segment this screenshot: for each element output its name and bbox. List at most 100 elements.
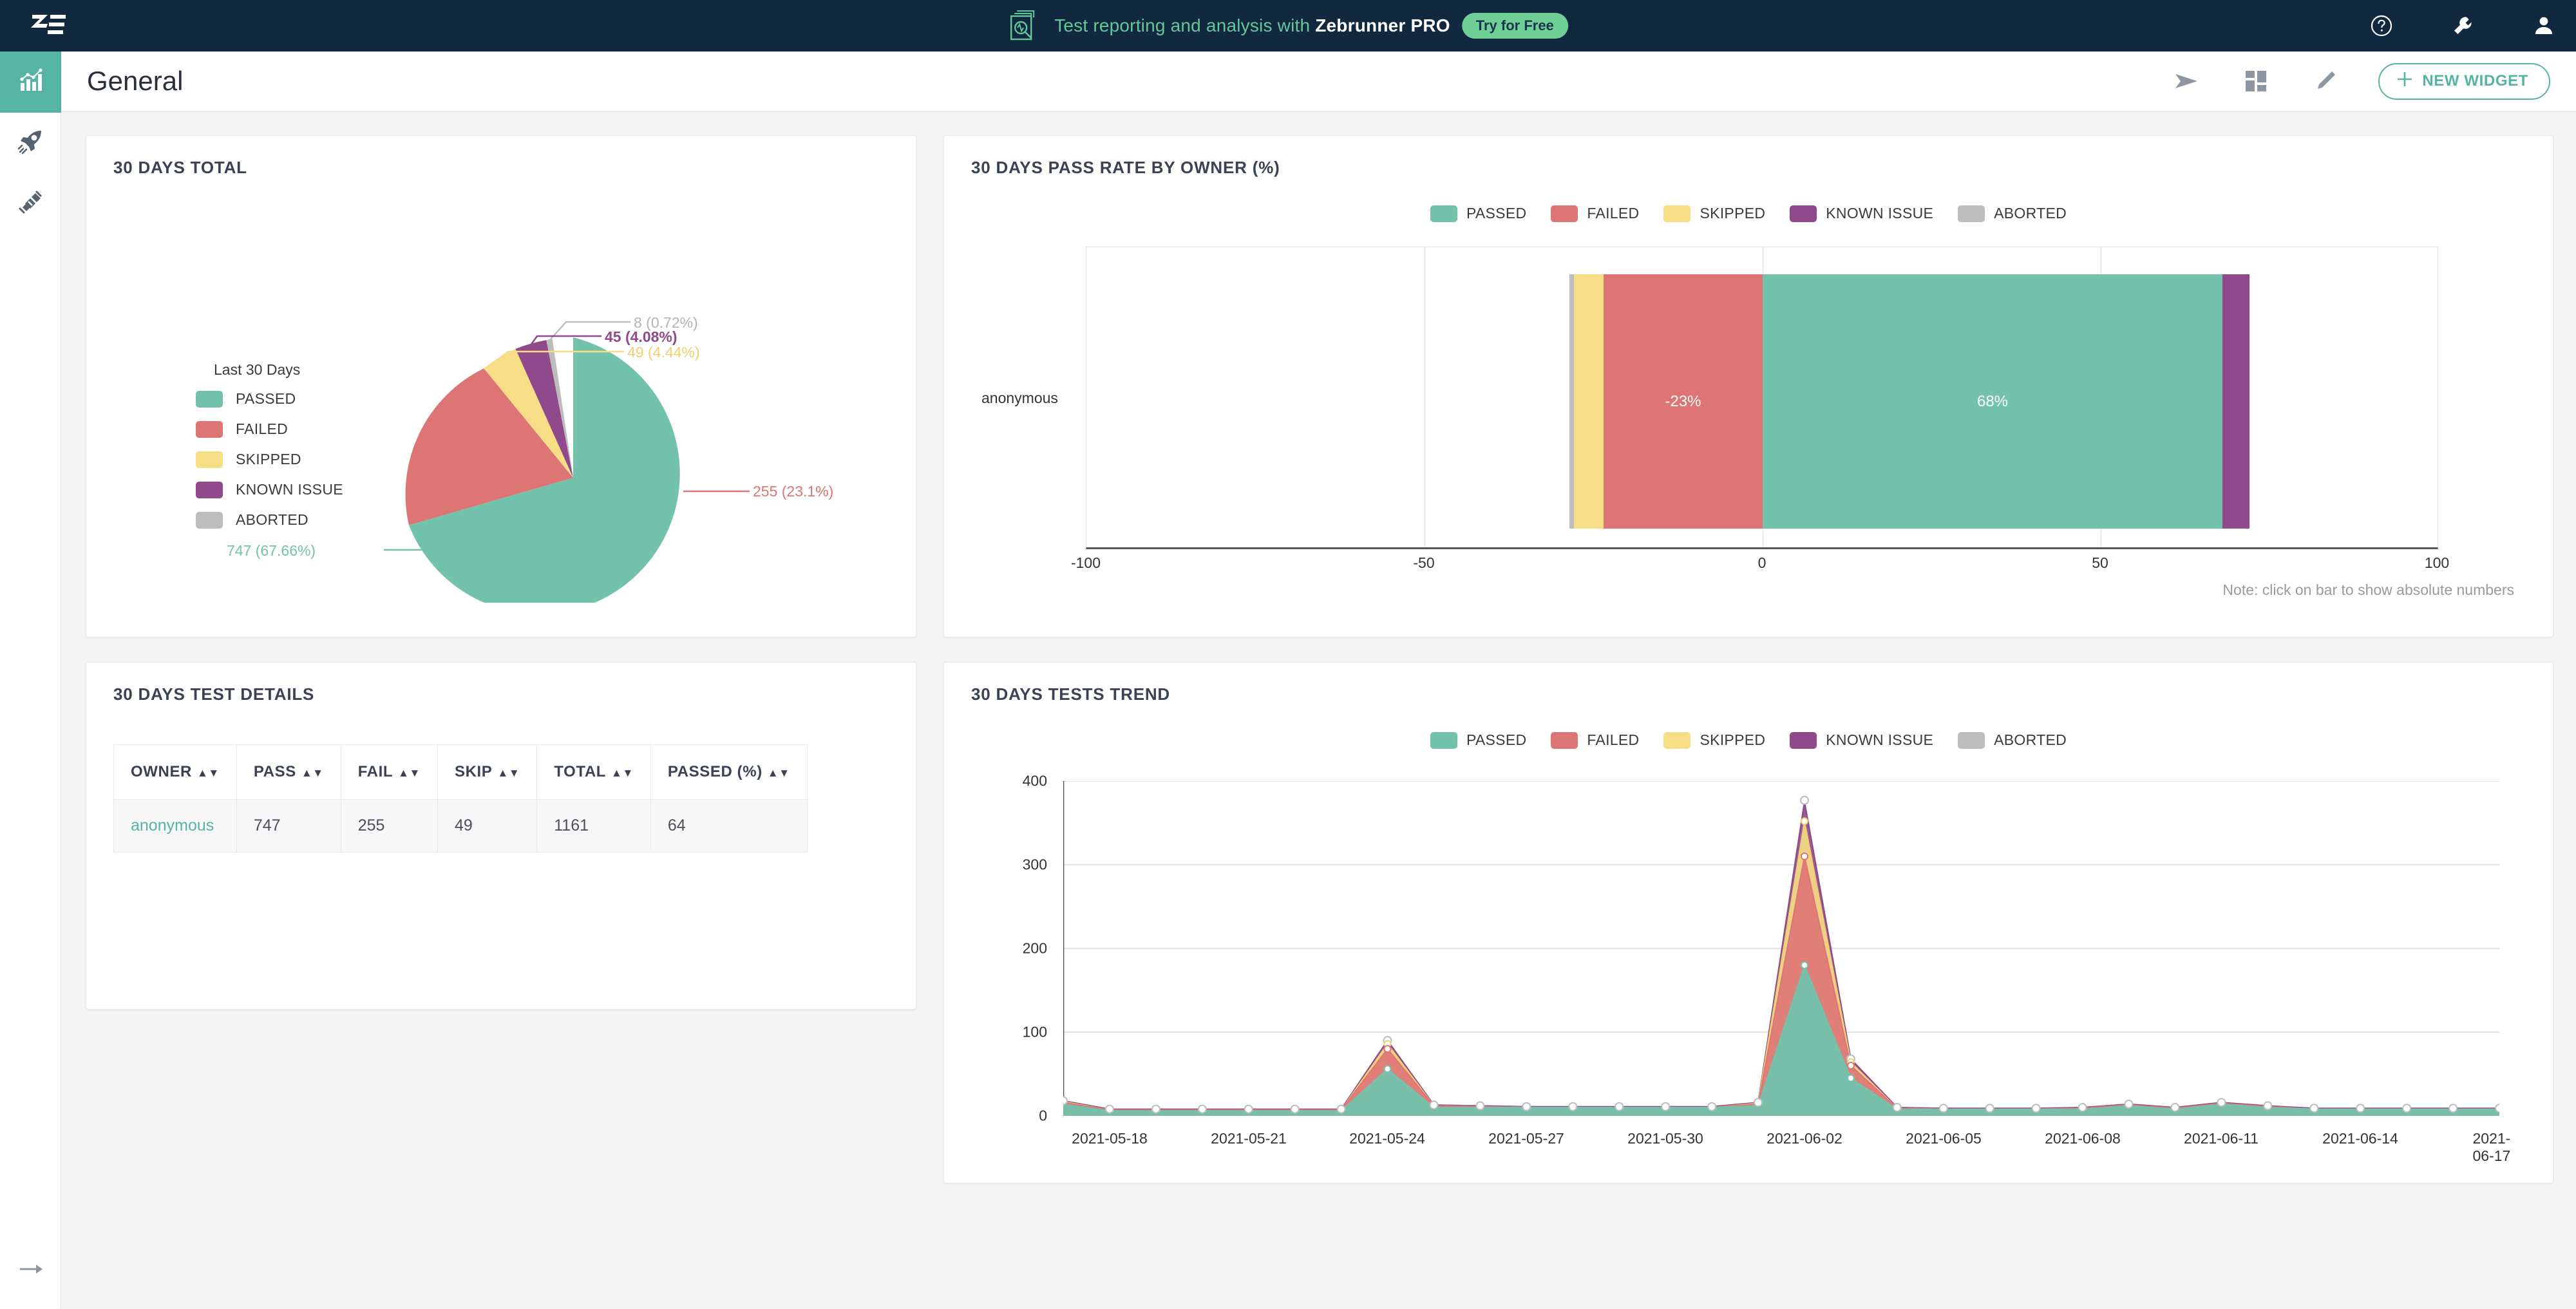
- legend-label-passed: PASSED: [1466, 731, 1526, 749]
- bar-segment-known-issue[interactable]: [2222, 274, 2249, 529]
- legend-item-known-issue[interactable]: KNOWN ISSUE: [1790, 205, 1933, 222]
- bar-row-anonymous[interactable]: -23% 68%: [1569, 274, 2249, 529]
- legend-item-skipped[interactable]: SKIPPED: [1663, 205, 1765, 222]
- sidebar-item-launches[interactable]: [0, 113, 61, 174]
- column-label: PASS: [254, 763, 296, 780]
- cell-total: 1161: [537, 800, 651, 852]
- plug-icon: [17, 189, 44, 220]
- bar-segment-aborted[interactable]: [1569, 274, 1574, 529]
- pie-label-failed: 255 (23.1%): [753, 483, 833, 500]
- trend-legend: PASSED FAILED SKIPPED KNOWN ISSUE ABORTE…: [944, 731, 2553, 749]
- test-details-table: OWNER▲▼ PASS▲▼ FAIL▲▼ SKIP▲▼ TOTAL▲▼ PAS…: [113, 744, 808, 852]
- widget-pass-rate-by-owner: 30 DAYS PASS RATE BY OWNER (%) PASSED FA…: [943, 135, 2553, 637]
- xtick-2021-05-24: 2021-05-24: [1349, 1130, 1425, 1147]
- xtick-2021-06-02: 2021-06-02: [1766, 1130, 1842, 1147]
- legend-swatch-known-issue: [196, 482, 223, 498]
- xtick-2021-06-05: 2021-06-05: [1906, 1130, 1982, 1147]
- owner-link[interactable]: anonymous: [131, 816, 214, 834]
- legend-swatch-aborted: [196, 512, 223, 529]
- legend-item-aborted[interactable]: ABORTED: [1958, 205, 2067, 222]
- expand-sidebar-button[interactable]: [0, 1251, 61, 1290]
- legend-item-passed[interactable]: PASSED: [1430, 731, 1526, 749]
- xtick-2021-05-30: 2021-05-30: [1627, 1130, 1703, 1147]
- try-for-free-button[interactable]: Try for Free: [1462, 13, 1568, 39]
- cell-pass: 747: [236, 800, 341, 852]
- cell-skip: 49: [437, 800, 536, 852]
- pie-legend: Last 30 Days PASSED FAILED SKIPPED KNOWN…: [196, 361, 343, 541]
- legend-label-skipped: SKIPPED: [236, 451, 301, 468]
- legend-swatch-skipped: [1663, 205, 1690, 222]
- bar-segment-skipped[interactable]: [1574, 274, 1604, 529]
- pencil-icon[interactable]: [2309, 64, 2342, 98]
- help-icon[interactable]: [2369, 13, 2394, 39]
- arrow-right-icon: [18, 1262, 44, 1279]
- column-header-passed-pct[interactable]: PASSED (%)▲▼: [650, 745, 807, 800]
- header-actions: NEW WIDGET: [2170, 63, 2550, 100]
- sort-icon: ▲▼: [398, 768, 421, 778]
- table-header-row: OWNER▲▼ PASS▲▼ FAIL▲▼ SKIP▲▼ TOTAL▲▼ PAS…: [114, 745, 808, 800]
- xtick-minus100: -100: [1071, 554, 1101, 572]
- legend-item-failed[interactable]: FAILED: [1551, 731, 1639, 749]
- ytick-100: 100: [970, 1024, 1047, 1041]
- grid-icon[interactable]: [2239, 64, 2273, 98]
- legend-item-failed[interactable]: FAILED: [1551, 205, 1639, 222]
- pass-rate-chart: anonymous -23% 68% -10: [944, 247, 2553, 607]
- column-header-owner[interactable]: OWNER▲▼: [114, 745, 237, 800]
- widget-test-details: 30 DAYS TEST DETAILS OWNER▲▼ PASS▲▼ FAIL…: [86, 662, 916, 1010]
- send-icon[interactable]: [2170, 64, 2203, 98]
- legend-swatch-failed: [1551, 205, 1578, 222]
- page-header: General: [61, 52, 2576, 111]
- legend-item-skipped[interactable]: SKIPPED: [196, 451, 343, 468]
- column-label: OWNER: [131, 763, 192, 780]
- ytick-300: 300: [970, 856, 1047, 874]
- legend-swatch-known-issue: [1790, 732, 1817, 749]
- legend-item-skipped[interactable]: SKIPPED: [1663, 731, 1765, 749]
- xtick-plus50: 50: [2092, 554, 2108, 572]
- column-header-total[interactable]: TOTAL ▲▼: [537, 745, 651, 800]
- legend-item-aborted[interactable]: ABORTED: [1958, 731, 2067, 749]
- sidebar-item-dashboards[interactable]: [0, 52, 61, 113]
- column-header-pass[interactable]: PASS ▲▼: [236, 745, 341, 800]
- sort-icon: ▲▼: [611, 768, 634, 778]
- legend-item-passed[interactable]: PASSED: [196, 390, 343, 408]
- zebrunner-logo[interactable]: [18, 14, 79, 38]
- xtick-zero: 0: [1758, 554, 1766, 572]
- xtick-minus50: -50: [1413, 554, 1434, 572]
- widget-30-days-total: 30 DAYS TOTAL: [86, 135, 916, 637]
- plus-icon: [2396, 71, 2413, 92]
- column-header-skip[interactable]: SKIP▲▼: [437, 745, 536, 800]
- table-row: anonymous 747 255 49 1161 64: [114, 800, 808, 852]
- sort-icon: ▲▼: [301, 768, 324, 778]
- legend-item-known-issue[interactable]: KNOWN ISSUE: [196, 481, 343, 498]
- legend-label-failed: FAILED: [1587, 731, 1639, 749]
- widget-tests-trend: 30 DAYS TESTS TREND PASSED FAILED SKIPPE…: [943, 662, 2553, 1183]
- new-widget-label: NEW WIDGET: [2422, 72, 2528, 90]
- wrench-icon[interactable]: [2450, 13, 2476, 39]
- bar-segment-passed[interactable]: 68%: [1763, 274, 2222, 529]
- sort-icon: ▲▼: [768, 768, 790, 778]
- legend-item-known-issue[interactable]: KNOWN ISSUE: [1790, 731, 1933, 749]
- bar-value-failed: -23%: [1665, 393, 1701, 411]
- legend-swatch-skipped: [1663, 732, 1690, 749]
- column-label: SKIP: [455, 763, 492, 780]
- sidebar-item-integrations[interactable]: [0, 174, 61, 235]
- legend-label-passed: PASSED: [236, 390, 296, 408]
- legend-item-failed[interactable]: FAILED: [196, 420, 343, 438]
- bar-segment-failed[interactable]: -23%: [1604, 274, 1763, 529]
- rocket-icon: [17, 128, 44, 158]
- xtick-2021-06-14: 2021-06-14: [2322, 1130, 2398, 1147]
- xtick-2021-05-18: 2021-05-18: [1072, 1130, 1148, 1147]
- xtick-2021-05-27: 2021-05-27: [1488, 1130, 1564, 1147]
- dashboard-grid: 30 DAYS TOTAL: [61, 111, 2576, 1309]
- promo-text: Test reporting and analysis with Zebrunn…: [1054, 15, 1450, 36]
- column-label: TOTAL: [554, 763, 606, 780]
- legend-label-skipped: SKIPPED: [1700, 205, 1765, 222]
- legend-swatch-skipped: [196, 451, 223, 468]
- column-header-fail[interactable]: FAIL▲▼: [341, 745, 437, 800]
- new-widget-button[interactable]: NEW WIDGET: [2378, 63, 2550, 100]
- legend-label-known-issue: KNOWN ISSUE: [1826, 205, 1933, 222]
- user-icon[interactable]: [2531, 13, 2557, 39]
- legend-swatch-aborted: [1958, 732, 1985, 749]
- legend-item-aborted[interactable]: ABORTED: [196, 511, 343, 529]
- legend-item-passed[interactable]: PASSED: [1430, 205, 1526, 222]
